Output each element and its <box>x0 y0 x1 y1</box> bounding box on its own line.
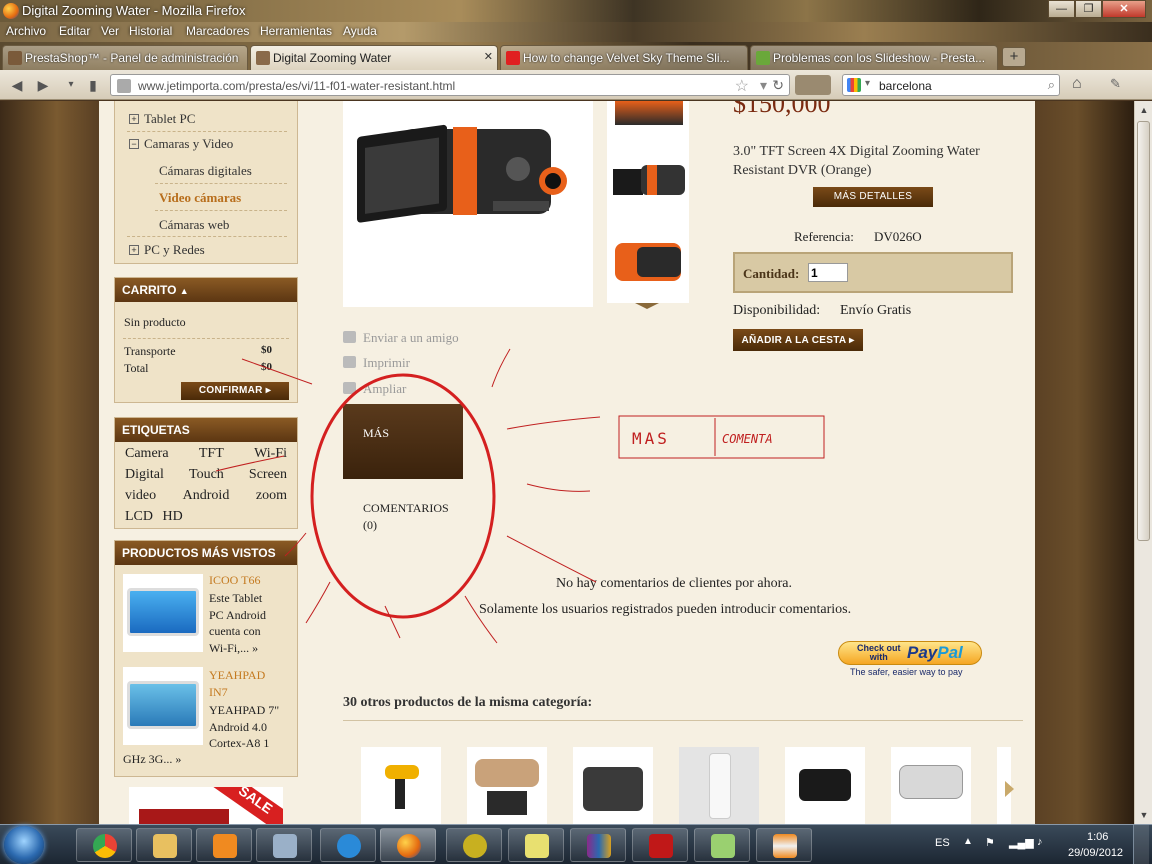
show-desktop-button[interactable] <box>1133 825 1149 864</box>
window-titlebar: Digital Zooming Water - Mozilla Firefox … <box>0 0 1152 22</box>
close-button[interactable]: ✕ <box>1102 0 1146 18</box>
winrar-taskbar-button[interactable] <box>570 828 626 862</box>
addon-button[interactable] <box>795 75 831 95</box>
search-icon[interactable]: ⌕ <box>1048 77 1055 93</box>
tray-expand-icon[interactable]: ▲ <box>963 836 973 847</box>
navigation-toolbar: ◀ ▶ ▾ ▮ www.jetimporta.com/presta/es/vi/… <box>0 70 1152 100</box>
menu-historial[interactable]: Historial <box>129 24 172 38</box>
site-identity-icon[interactable] <box>117 79 131 93</box>
tab-prestashop-admin[interactable]: PrestaShop™ - Panel de administración <box>2 45 248 70</box>
notepadpp-taskbar-button[interactable] <box>694 828 750 862</box>
annotation-text-left: MAS <box>632 429 670 448</box>
acrobat-taskbar-button[interactable] <box>632 828 688 862</box>
media-taskbar-button[interactable] <box>196 828 252 862</box>
clock-time[interactable]: 1:06 <box>1087 831 1108 843</box>
app-taskbar-button[interactable] <box>446 828 502 862</box>
window-title: Digital Zooming Water - Mozilla Firefox <box>22 3 246 18</box>
new-tab-button[interactable]: + <box>1002 47 1026 67</box>
scroll-down-arrow-icon[interactable]: ▼ <box>1137 808 1151 822</box>
home-icon[interactable]: ⌂ <box>1072 75 1082 93</box>
url-text: www.jetimporta.com/presta/es/vi/11-f01-w… <box>138 79 456 93</box>
menu-herramientas[interactable]: Herramientas <box>260 24 332 38</box>
explorer-taskbar-button[interactable] <box>136 828 192 862</box>
calculator-taskbar-button[interactable] <box>256 828 312 862</box>
firefox-taskbar-button[interactable] <box>380 828 436 862</box>
url-bar[interactable]: www.jetimporta.com/presta/es/vi/11-f01-w… <box>110 74 790 96</box>
internet-explorer-icon <box>337 834 361 858</box>
annotation-rays <box>215 348 601 644</box>
annotation-overlay <box>215 348 825 644</box>
notepad-icon <box>711 834 735 858</box>
sticky-notes-icon <box>525 834 549 858</box>
annotation-text-right: COMENTA <box>722 432 773 446</box>
minimize-button[interactable]: — <box>1048 0 1075 18</box>
back-arrow-icon[interactable]: ◀ <box>6 75 28 95</box>
network-icon[interactable]: ▂▄▆ <box>1009 836 1034 849</box>
bookmark-star-icon[interactable]: ☆ <box>735 76 749 96</box>
prestashop-favicon-icon <box>8 51 22 65</box>
maximize-button[interactable]: ❐ <box>1075 0 1102 18</box>
addon-tool-icon[interactable]: ✎ <box>1110 76 1121 92</box>
menu-editar[interactable]: Editar <box>59 24 90 38</box>
signal-icon: ▮ <box>89 77 97 93</box>
winrar-icon <box>587 834 611 858</box>
tab-close-icon[interactable]: ✕ <box>484 50 493 63</box>
firefox-logo-icon <box>3 3 19 19</box>
start-button[interactable] <box>4 826 44 864</box>
menu-ver[interactable]: Ver <box>101 24 119 38</box>
ie-taskbar-button[interactable] <box>320 828 376 862</box>
tab-digital-zooming[interactable]: Digital Zooming Water ✕ <box>250 45 498 70</box>
menu-marcadores[interactable]: Marcadores <box>186 24 249 38</box>
tab-label: How to change Velvet Sky Theme Sli... <box>523 51 730 65</box>
window-controls: — ❐ ✕ <box>1048 0 1146 18</box>
calculator-icon <box>273 834 297 858</box>
google-icon[interactable] <box>847 78 861 92</box>
pdf-icon <box>649 834 673 858</box>
volume-icon[interactable]: ♪ <box>1037 836 1043 848</box>
history-dropdown-icon[interactable]: ▾ <box>60 75 82 95</box>
tab-label: Problemas con los Slideshow - Presta... <box>773 51 986 65</box>
tab-slideshow-problems[interactable]: Problemas con los Slideshow - Presta... <box>750 45 998 70</box>
vlc-taskbar-button[interactable] <box>756 828 812 862</box>
chrome-taskbar-button[interactable] <box>76 828 132 862</box>
clock-date[interactable]: 29/09/2012 <box>1068 847 1123 859</box>
page-viewport: + Tablet PC − Camaras y Video Cámaras digi… <box>0 101 1134 824</box>
tab-velvet-sky[interactable]: How to change Velvet Sky Theme Sli... <box>500 45 748 70</box>
menu-bar: Archivo Editar Ver Historial Marcadores … <box>0 22 1152 42</box>
chrome-icon <box>93 834 117 858</box>
windows-taskbar: ES ▲ ⚑ ▂▄▆ ♪ 1:06 29/09/2012 <box>0 824 1152 864</box>
annotation-ellipse <box>310 373 496 619</box>
vertical-scrollbar[interactable]: ▲ ▼ <box>1134 101 1152 824</box>
language-indicator[interactable]: ES <box>935 837 950 849</box>
search-bar[interactable]: ▾ barcelona ⌕ <box>842 74 1060 96</box>
url-dropdown-icon[interactable]: ▾ <box>760 77 767 94</box>
system-tray: ES ▲ ⚑ ▂▄▆ ♪ 1:06 29/09/2012 <box>925 825 1152 864</box>
app-icon <box>463 834 487 858</box>
page-favicon-icon <box>256 51 270 65</box>
search-input-value: barcelona <box>879 79 932 93</box>
menu-archivo[interactable]: Archivo <box>6 24 46 38</box>
menu-ayuda[interactable]: Ayuda <box>343 24 377 38</box>
tab-bar: PrestaShop™ - Panel de administración Di… <box>0 42 1152 70</box>
forward-arrow-icon[interactable]: ▶ <box>32 75 54 95</box>
firefox-icon <box>397 834 421 858</box>
tab-label: Digital Zooming Water <box>273 51 392 65</box>
scrollbar-thumb[interactable] <box>1137 121 1150 541</box>
forum-favicon-icon <box>756 51 770 65</box>
youtube-favicon-icon <box>506 51 520 65</box>
vlc-icon <box>773 834 797 858</box>
flag-icon[interactable]: ⚑ <box>985 836 995 849</box>
notes-taskbar-button[interactable] <box>508 828 564 862</box>
media-player-icon <box>213 834 237 858</box>
folder-icon <box>153 834 177 858</box>
reload-icon[interactable]: ↻ <box>772 77 784 94</box>
scroll-up-arrow-icon[interactable]: ▲ <box>1137 103 1151 117</box>
search-engine-dropdown-icon[interactable]: ▾ <box>865 78 870 89</box>
tab-label: PrestaShop™ - Panel de administración <box>25 51 239 65</box>
